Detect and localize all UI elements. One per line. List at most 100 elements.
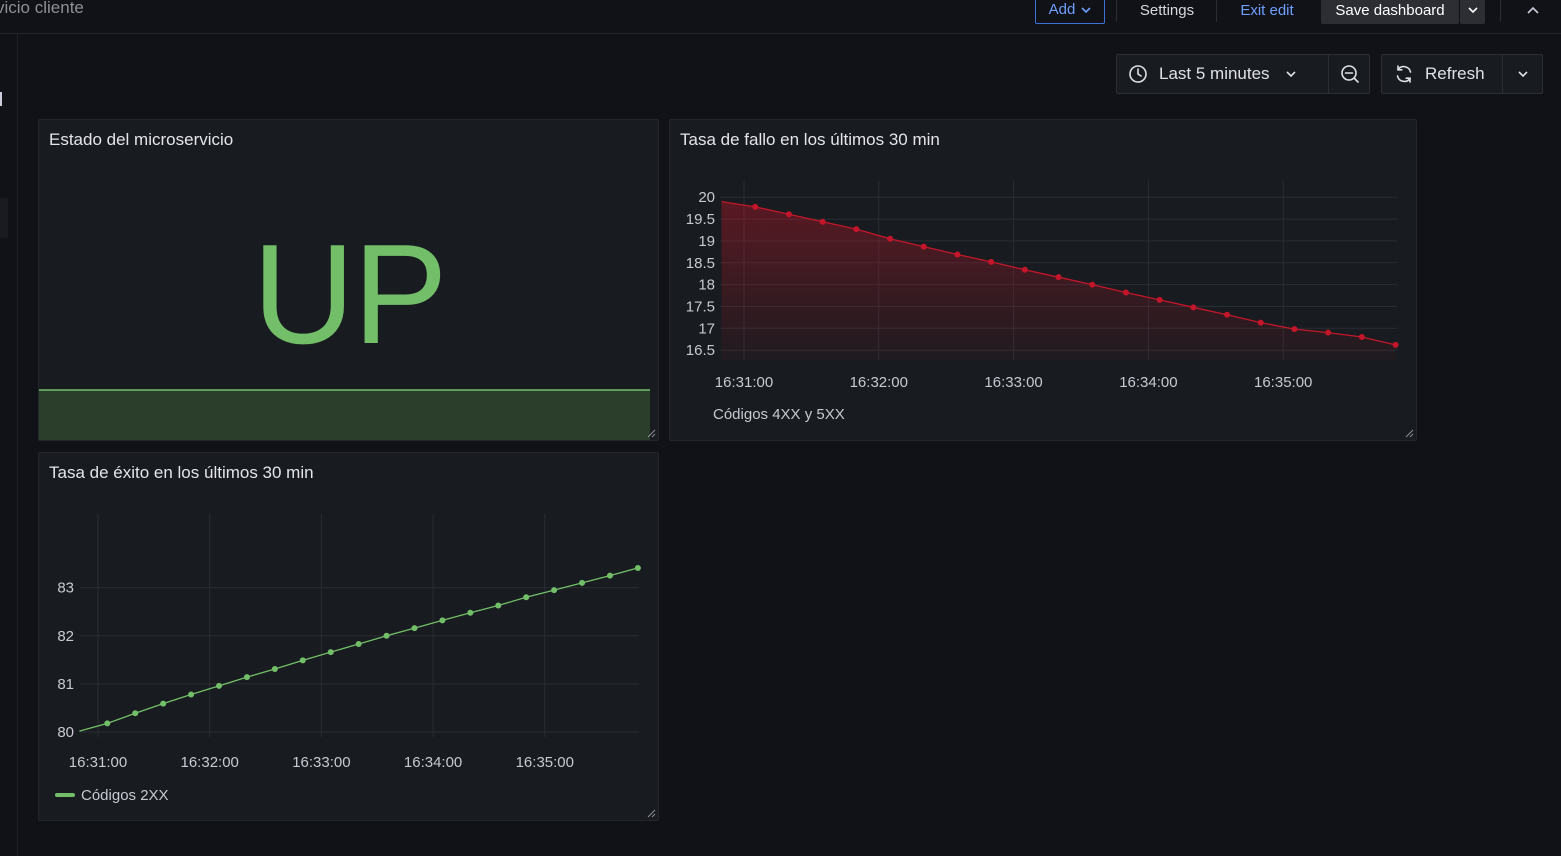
exit-edit-button[interactable]: Exit edit (1228, 0, 1306, 24)
data-point (1055, 274, 1062, 281)
series-area (721, 201, 1396, 360)
data-point (785, 211, 792, 218)
time-range-picker[interactable]: Last 5 minutes (1117, 55, 1328, 93)
resize-handle-icon[interactable] (1404, 428, 1414, 438)
legend-label: Códigos 4XX y 5XX (713, 406, 845, 423)
data-point (606, 572, 613, 579)
data-point (467, 609, 474, 616)
data-point (920, 243, 927, 250)
status-panel[interactable]: Estado del microservicio UP (38, 119, 659, 441)
data-point (1122, 289, 1129, 296)
y-tick-label: 82 (57, 628, 74, 645)
add-label: Add (1048, 1, 1076, 18)
data-point (104, 720, 111, 727)
data-point (299, 657, 306, 664)
success-rate-panel[interactable]: Tasa de éxito en los últimos 30 min 83 82… (38, 452, 659, 821)
dashboard-toolbar: vicio cliente Add Settings Exit edit Sav… (0, 0, 1561, 34)
y-tick-label: 81 (57, 676, 74, 693)
data-point (579, 579, 586, 586)
save-dashboard-button[interactable]: Save dashboard (1321, 0, 1459, 24)
data-point (853, 226, 860, 233)
x-tick-label: 16:31:00 (715, 374, 773, 391)
status-value: UP (252, 215, 447, 374)
x-tick-label: 16:34:00 (1119, 374, 1177, 391)
data-point (1325, 329, 1332, 336)
data-point (988, 258, 995, 265)
x-tick-label: 16:31:00 (69, 754, 127, 771)
data-point (1089, 281, 1096, 288)
refresh-button[interactable]: Refresh (1382, 55, 1502, 93)
data-point (1156, 296, 1163, 303)
refresh-icon (1394, 64, 1414, 84)
data-point (523, 594, 530, 601)
y-tick-label: 83 (57, 580, 74, 597)
status-sparkline (39, 389, 650, 440)
chevron-down-icon (1081, 6, 1091, 13)
toolbar-divider (1216, 0, 1217, 22)
failure-rate-panel[interactable]: Tasa de fallo en los últimos 30 min 20 19… (669, 119, 1417, 441)
toolbar-divider (1500, 0, 1501, 22)
y-tick-label: 19.5 (686, 211, 715, 228)
refresh-label: Refresh (1425, 64, 1485, 83)
x-tick-label: 16:32:00 (850, 374, 908, 391)
collapse-toolbar-button[interactable] (1518, 0, 1548, 24)
x-tick-label: 16:35:00 (516, 754, 574, 771)
data-point (188, 691, 195, 698)
data-point (634, 564, 641, 571)
x-tick-label: 16:32:00 (181, 754, 239, 771)
data-point (752, 203, 759, 210)
side-menu-rail (0, 34, 18, 856)
chevron-down-icon (1518, 71, 1528, 77)
data-point (954, 251, 961, 258)
data-point (1358, 334, 1365, 341)
zoom-out-button[interactable] (1328, 55, 1370, 93)
data-point (355, 640, 362, 647)
settings-button[interactable]: Settings (1122, 0, 1212, 24)
data-point (411, 625, 418, 632)
y-tick-label: 19 (698, 233, 715, 250)
data-point (819, 218, 826, 225)
x-tick-label: 16:34:00 (404, 754, 462, 771)
data-point (887, 235, 894, 242)
data-point (495, 602, 502, 609)
data-point (1021, 266, 1028, 273)
data-point (439, 617, 446, 624)
resize-handle-icon[interactable] (646, 428, 656, 438)
y-tick-label: 16.5 (686, 342, 715, 359)
data-point (327, 649, 334, 656)
resize-handle-icon[interactable] (646, 808, 656, 818)
y-tick-label: 17 (698, 320, 715, 337)
chevron-down-icon (1467, 7, 1478, 13)
rail-item[interactable] (0, 198, 8, 238)
time-range-control: Last 5 minutes (1116, 54, 1370, 94)
refresh-interval-button[interactable] (1502, 55, 1543, 93)
y-tick-label: 17.5 (686, 298, 715, 315)
x-tick-label: 16:33:00 (984, 374, 1042, 391)
x-tick-label: 16:35:00 (1254, 374, 1312, 391)
data-point (1291, 326, 1298, 333)
sparkline-fill (39, 390, 650, 440)
breadcrumb[interactable]: vicio cliente (0, 0, 84, 18)
chevron-up-icon (1527, 6, 1539, 14)
save-options-button[interactable] (1460, 0, 1485, 24)
rail-marker (0, 92, 2, 106)
y-tick-label: 18.5 (686, 255, 715, 272)
data-point (216, 682, 223, 689)
data-point (551, 587, 558, 594)
data-point (1190, 304, 1197, 311)
data-point (1392, 341, 1399, 348)
data-point (1224, 311, 1231, 318)
y-tick-label: 18 (698, 277, 715, 294)
data-point (383, 632, 390, 639)
time-range-label: Last 5 minutes (1159, 64, 1270, 83)
x-tick-label: 16:33:00 (292, 754, 350, 771)
failure-rate-chart: 20 19.5 19 18.5 18 17.5 17 16.516:31:00 16:32:00… (686, 181, 1399, 423)
y-tick-label: 80 (57, 724, 74, 741)
success-rate-chart: 83 82 81 80 16:31:00 16:32:00 16:33:00 16:34:00… (55, 514, 641, 804)
data-point (132, 710, 139, 717)
add-button[interactable]: Add (1035, 0, 1105, 24)
panel-title: Estado del microservicio (49, 130, 234, 149)
legend-label: Códigos 2XX (81, 787, 169, 804)
data-point (271, 666, 278, 673)
refresh-control: Refresh (1381, 54, 1543, 94)
